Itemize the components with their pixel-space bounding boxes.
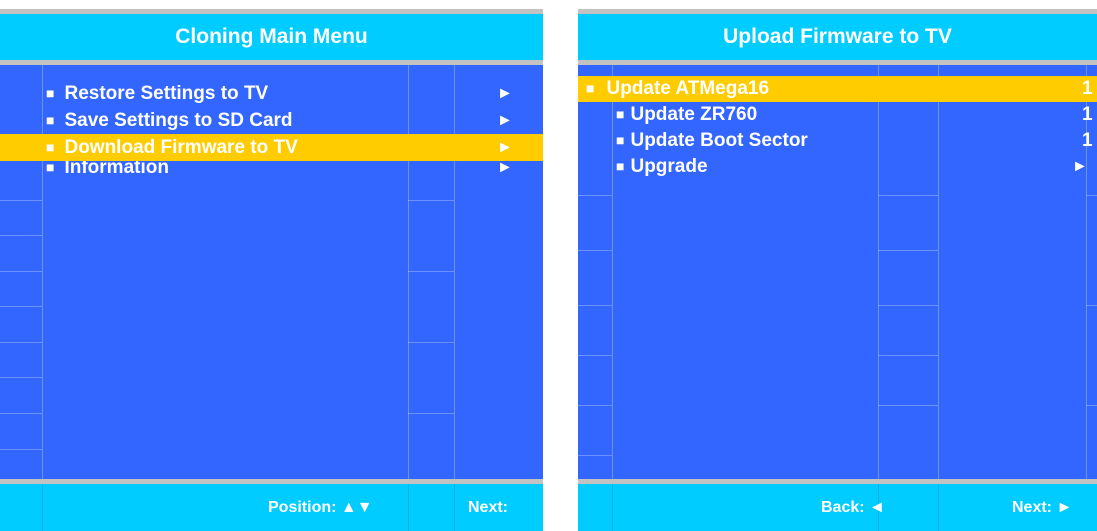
grid-line <box>878 405 938 406</box>
square-bullet-icon: ■ <box>46 161 55 175</box>
menu-item-label: Update ZR760 <box>630 104 758 125</box>
grid-line <box>878 355 938 356</box>
grid-line <box>454 484 455 531</box>
menu-item-update-zr760[interactable]: ■ Update ZR760 1 <box>578 102 1097 128</box>
menu-item-information[interactable]: ■ Information ► <box>0 161 543 177</box>
menu-item-label: Save Settings to SD Card <box>64 110 293 131</box>
grid-line <box>0 449 42 450</box>
grid-line <box>612 484 613 531</box>
panel-title: Upload Firmware to TV <box>578 14 1097 60</box>
menu-item-update-boot-sector[interactable]: ■ Update Boot Sector 1 <box>578 128 1097 154</box>
menu-item-label: Update Boot Sector <box>630 130 808 151</box>
square-bullet-icon: ■ <box>586 80 595 96</box>
grid-line <box>1086 305 1097 306</box>
grid-line <box>408 484 409 531</box>
footer-bar: Back: ◄ Next: ► <box>578 484 1097 531</box>
grid-line <box>0 271 42 272</box>
square-bullet-icon: ■ <box>46 139 55 155</box>
menu-list: ■ Restore Settings to TV ► ■ Save Settings… <box>0 65 543 479</box>
grid-line <box>578 195 612 196</box>
upload-firmware-panel: Upload Firmware to TV ■ Update ATMega16 1… <box>578 9 1097 531</box>
menu-item-download-firmware[interactable]: ■ Download Firmware to TV ► <box>0 134 543 161</box>
grid-line <box>0 235 42 236</box>
grid-line <box>578 305 612 306</box>
menu-item-label: Download Firmware to TV <box>64 137 298 158</box>
menu-item-label: Information <box>64 161 169 177</box>
menu-item-upgrade[interactable]: ■ Upgrade ► <box>578 154 1097 180</box>
menu-item-value: 1 <box>1082 78 1093 99</box>
grid-line <box>0 377 42 378</box>
panel-title: Cloning Main Menu <box>0 14 543 60</box>
grid-line <box>1086 195 1097 196</box>
grid-line <box>408 271 454 272</box>
right-arrow-icon: ► <box>1072 158 1088 175</box>
grid-line <box>42 484 43 531</box>
grid-line <box>0 200 42 201</box>
grid-line <box>0 413 42 414</box>
menu-item-label: Update ATMega16 <box>606 78 770 99</box>
menu-item-save-settings[interactable]: ■ Save Settings to SD Card ► <box>0 107 543 134</box>
next-hint: Next: ► <box>1012 499 1073 516</box>
next-hint: Next: <box>468 499 509 516</box>
footer-bar: Position: ▲▼ Next: <box>0 484 543 531</box>
menu-item-value: 1 <box>1082 130 1093 151</box>
right-arrow-icon: ► <box>497 161 513 176</box>
square-bullet-icon: ■ <box>616 158 625 174</box>
menu-list: ■ Update ATMega16 1 ■ Update ZR760 1 ■ Upda… <box>578 65 1097 479</box>
grid-line <box>0 342 42 343</box>
menu-item-value: 1 <box>1082 104 1093 125</box>
square-bullet-icon: ■ <box>616 106 625 122</box>
grid-line <box>578 250 612 251</box>
back-hint: Back: ◄ <box>821 499 885 516</box>
grid-line <box>1086 405 1097 406</box>
right-arrow-icon: ► <box>497 85 513 102</box>
grid-line <box>878 195 938 196</box>
grid-line <box>578 405 612 406</box>
cloning-main-menu-panel: Cloning Main Menu ■ Restore Settings to T… <box>0 9 543 531</box>
grid-line <box>0 306 42 307</box>
square-bullet-icon: ■ <box>616 132 625 148</box>
right-arrow-icon: ► <box>497 139 513 156</box>
square-bullet-icon: ■ <box>46 85 55 101</box>
square-bullet-icon: ■ <box>46 112 55 128</box>
menu-item-update-atmega16[interactable]: ■ Update ATMega16 1 <box>578 76 1097 102</box>
grid-line <box>408 413 454 414</box>
grid-line <box>578 455 612 456</box>
grid-line <box>878 250 938 251</box>
grid-line <box>408 342 454 343</box>
grid-line <box>938 484 939 531</box>
grid-line <box>578 355 612 356</box>
menu-item-restore-settings[interactable]: ■ Restore Settings to TV ► <box>0 80 543 107</box>
grid-line <box>408 200 454 201</box>
menu-item-label: Restore Settings to TV <box>64 83 269 104</box>
position-hint: Position: ▲▼ <box>268 499 373 516</box>
menu-item-label: Upgrade <box>630 156 708 177</box>
grid-line <box>878 305 938 306</box>
right-arrow-icon: ► <box>497 112 513 129</box>
